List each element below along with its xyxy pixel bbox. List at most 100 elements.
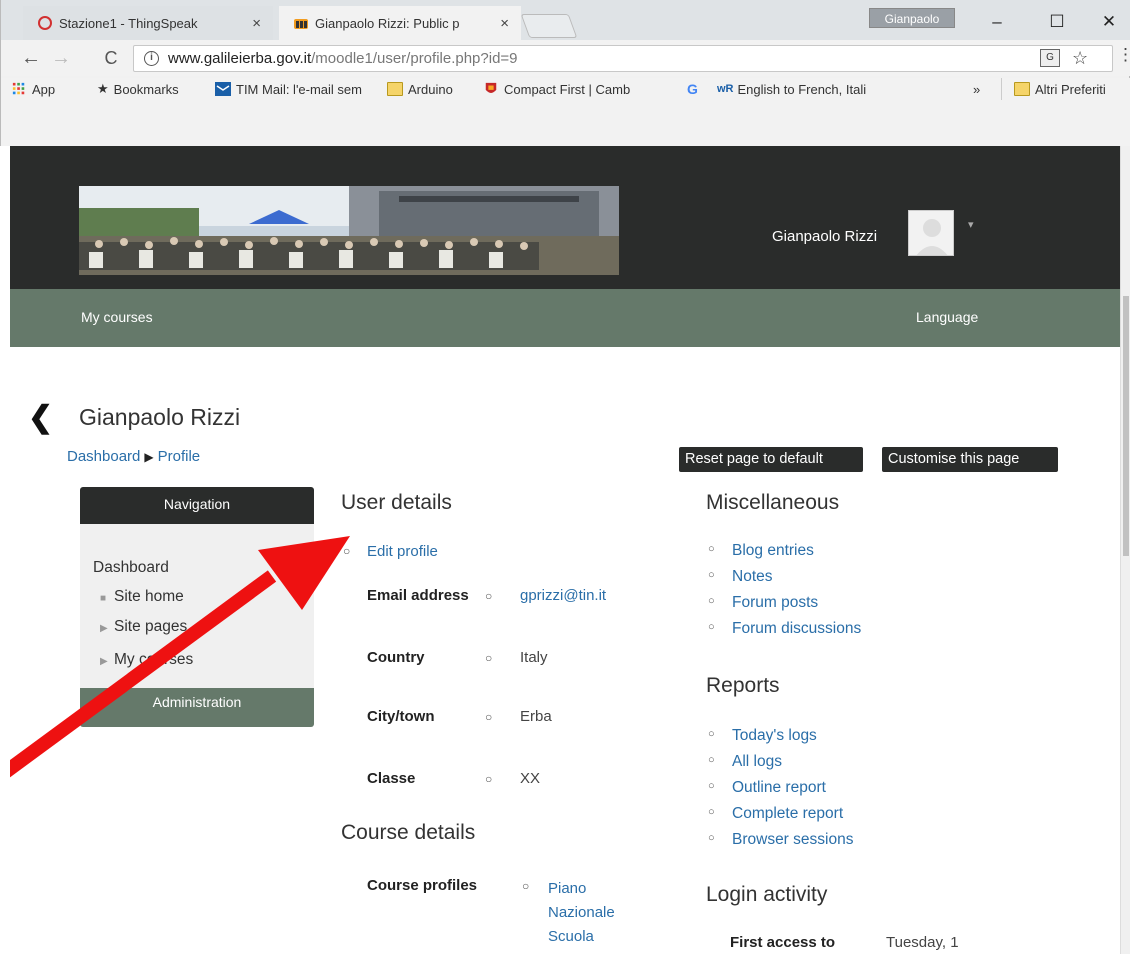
bookmark-compact-first[interactable]: Compact First | Camb [483, 78, 679, 100]
course-profile-line: Scuola [548, 928, 594, 945]
close-window-button[interactable]: ✕ [1089, 10, 1129, 34]
browser-chrome: Stazione1 - ThingSpeak × Gianpaolo Rizzi… [0, 0, 1130, 146]
list-bullet-icon: ○ [708, 621, 715, 633]
all-logs-link[interactable]: All logs [732, 753, 782, 770]
nav-my-courses[interactable]: ▶ My courses [100, 651, 193, 669]
translate-icon[interactable]: G [1040, 49, 1060, 67]
banner-image [79, 186, 619, 275]
list-item[interactable]: ○ Forum posts [706, 594, 861, 620]
minimize-button[interactable]: – [977, 10, 1017, 34]
classe-label: Classe [367, 770, 416, 787]
complete-report-link[interactable]: Complete report [732, 805, 843, 822]
nav-site-pages[interactable]: ▶ Site pages [100, 618, 187, 636]
maximize-button[interactable]: ☐ [1037, 10, 1077, 34]
breadcrumb-separator-icon: ▶ [144, 450, 154, 464]
tab-title: Gianpaolo Rizzi: Public p [315, 15, 460, 31]
info-icon[interactable]: i [144, 51, 159, 66]
expand-triangle-icon[interactable]: ▶ [100, 656, 114, 667]
tab-close-icon[interactable]: × [252, 15, 261, 32]
moodle-favicon-icon [294, 19, 308, 29]
list-item[interactable]: ○ Outline report [706, 779, 853, 805]
country-value: Italy [520, 649, 548, 666]
user-menu-caret-icon[interactable]: ▾ [968, 218, 974, 231]
list-bullet-icon: ○ [708, 832, 715, 844]
back-chevron-icon[interactable]: ❮ [28, 400, 53, 435]
navigation-block-title[interactable]: Navigation [80, 487, 314, 524]
apps-grid-icon [12, 82, 25, 95]
customise-page-button[interactable]: Customise this page [882, 447, 1058, 472]
nav-dashboard[interactable]: Dashboard [93, 559, 169, 577]
bookmark-star-icon[interactable]: ☆ [1072, 46, 1088, 71]
list-item[interactable]: ○ Forum discussions [706, 620, 861, 646]
tab-thingspeak[interactable]: Stazione1 - ThingSpeak × [23, 6, 273, 40]
bookmark-label: English to French, Itali [737, 81, 867, 97]
administration-block-title[interactable]: Administration [80, 688, 314, 727]
course-profile-link[interactable]: Piano Nazionale Scuola [548, 877, 615, 949]
nav-site-home[interactable]: ■ Site home [100, 588, 184, 606]
browser-menu-icon[interactable]: ⋮ [1117, 45, 1130, 65]
reports-heading: Reports [706, 674, 780, 697]
blog-entries-link[interactable]: Blog entries [732, 542, 814, 559]
page-scrollbar[interactable] [1120, 146, 1130, 954]
breadcrumb-profile[interactable]: Profile [158, 448, 201, 465]
list-item[interactable]: ○ Complete report [706, 805, 853, 831]
list-item[interactable]: ○ Blog entries [706, 542, 861, 568]
site-navbar: My courses Language [10, 289, 1120, 347]
todays-logs-link[interactable]: Today's logs [732, 727, 817, 744]
navigation-block: Navigation Dashboard ■ Site home ▶ Site pa… [80, 487, 314, 727]
bookmarks-more[interactable]: » [973, 78, 980, 100]
forward-button[interactable]: → [49, 46, 73, 70]
thingspeak-favicon-icon [38, 16, 52, 30]
bookmark-apps[interactable]: App [11, 78, 55, 100]
country-label: Country [367, 649, 425, 666]
notes-link[interactable]: Notes [732, 568, 773, 585]
bookmark-label: Bookmarks [113, 81, 179, 97]
list-bullet-icon: ○ [708, 780, 715, 792]
navbar-my-courses[interactable]: My courses [81, 309, 153, 325]
course-profile-line: Piano [548, 880, 587, 897]
expand-triangle-icon[interactable]: ▶ [100, 623, 114, 634]
first-access-value: Tuesday, 1 [886, 934, 959, 951]
list-bullet-icon: ○ [522, 879, 530, 893]
forum-posts-link[interactable]: Forum posts [732, 594, 818, 611]
site-header: Gianpaolo Rizzi ▾ [10, 146, 1120, 289]
header-user-name[interactable]: Gianpaolo Rizzi [772, 228, 877, 245]
list-bullet-icon: ○ [708, 728, 715, 740]
back-button[interactable]: ← [19, 46, 43, 70]
bookmark-wordreference[interactable]: wR English to French, Itali [717, 78, 877, 100]
forum-discussions-link[interactable]: Forum discussions [732, 620, 861, 637]
crest-icon [485, 82, 497, 93]
list-item[interactable]: ○ Notes [706, 568, 861, 594]
user-avatar[interactable] [908, 210, 954, 256]
bookmark-bookmarks[interactable]: ★ Bookmarks [97, 78, 179, 100]
email-value-link[interactable]: gprizzi@tin.it [520, 587, 606, 604]
breadcrumb-dashboard[interactable]: Dashboard [67, 448, 140, 465]
star-icon: ★ [97, 81, 109, 96]
reload-button[interactable]: C [99, 46, 123, 70]
list-bullet-icon: ○ [485, 589, 493, 603]
list-bullet-icon: ○ [343, 544, 351, 558]
bookmark-google[interactable]: G [687, 78, 698, 100]
reset-page-button[interactable]: Reset page to default [679, 447, 863, 472]
bookmark-arduino[interactable]: Arduino [387, 78, 453, 100]
scrollbar-thumb[interactable] [1123, 296, 1129, 556]
bookmark-other-folder[interactable]: Altri Preferiti [1001, 78, 1130, 100]
list-item[interactable]: ○ Today's logs [706, 727, 853, 753]
login-activity-heading: Login activity [706, 883, 828, 906]
edit-profile-link[interactable]: Edit profile [367, 543, 438, 560]
navbar-language[interactable]: Language [916, 309, 978, 325]
list-item[interactable]: ○ Browser sessions [706, 831, 853, 857]
wordreference-icon: wR [717, 83, 734, 95]
browser-sessions-link[interactable]: Browser sessions [732, 831, 853, 848]
new-tab-button[interactable] [520, 14, 578, 38]
tab-profile[interactable]: Gianpaolo Rizzi: Public p × [279, 6, 521, 40]
tab-close-icon[interactable]: × [500, 15, 509, 32]
browser-profile-badge[interactable]: Gianpaolo [869, 8, 955, 28]
list-item[interactable]: ○ All logs [706, 753, 853, 779]
reports-list: ○ Today's logs ○ All logs ○ Outline report … [706, 727, 853, 857]
bookmark-tim-mail[interactable]: TIM Mail: l'e-mail sem [215, 78, 375, 100]
list-bullet-icon: ○ [708, 569, 715, 581]
outline-report-link[interactable]: Outline report [732, 779, 826, 796]
url-path: /moodle1/user/profile.php?id=9 [311, 50, 518, 67]
address-bar[interactable]: i www.galileierba.gov.it/moodle1/user/pr… [133, 45, 1113, 72]
